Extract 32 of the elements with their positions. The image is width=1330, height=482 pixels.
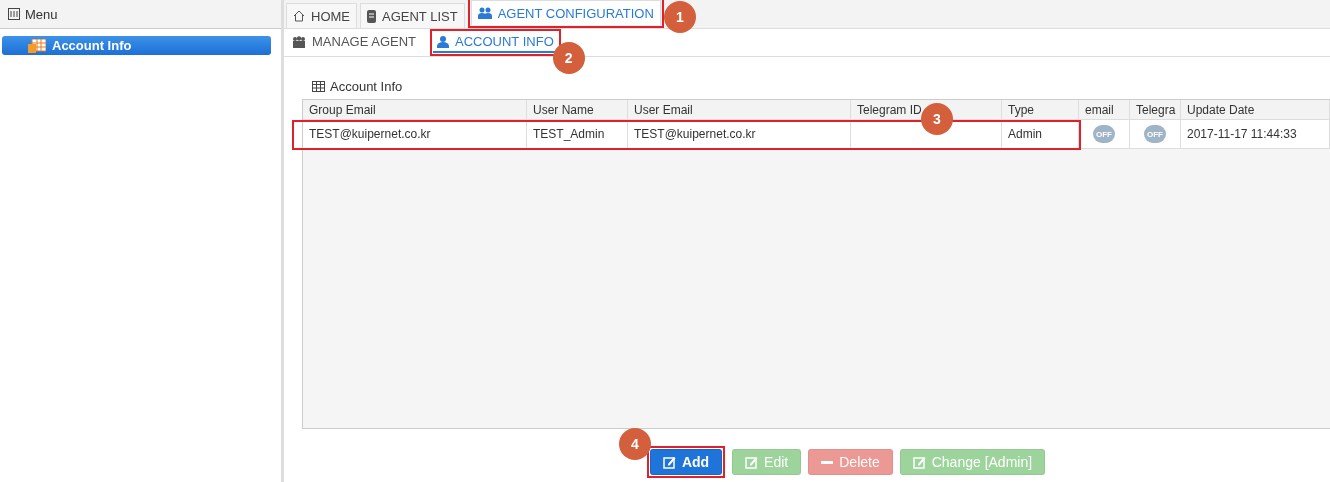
- table-icon: [312, 81, 325, 92]
- server-icon: [367, 9, 376, 23]
- edit-icon: [745, 455, 759, 469]
- column-header[interactable]: Update Date: [1181, 100, 1330, 120]
- menu-icon: [8, 8, 20, 20]
- step-marker: 2: [552, 42, 585, 74]
- tab[interactable]: MANAGE AGENT: [288, 29, 421, 56]
- column-header[interactable]: email: [1079, 100, 1130, 120]
- column-header[interactable]: Telegra: [1130, 100, 1181, 120]
- column-header[interactable]: User Name: [527, 100, 628, 120]
- panel-title: Account Info: [330, 79, 403, 94]
- users-icon: [477, 7, 492, 19]
- tab[interactable]: HOME: [286, 3, 357, 28]
- sidebar-title: Menu: [25, 6, 58, 22]
- edit-icon: [912, 455, 926, 469]
- table-cell: 2017-11-17 11:44:33: [1181, 120, 1330, 149]
- tab[interactable]: AGENT LIST: [360, 3, 465, 28]
- sidebar-item[interactable]: Account Info: [2, 36, 271, 55]
- column-header[interactable]: User Email: [628, 100, 851, 120]
- table-icon: [28, 38, 46, 53]
- column-header[interactable]: Type: [1002, 100, 1079, 120]
- column-header[interactable]: Group Email: [303, 100, 527, 120]
- step-marker: 1: [663, 1, 696, 33]
- tab[interactable]: AGENT CONFIGURATION: [470, 0, 661, 25]
- action-button[interactable]: Add: [649, 449, 723, 475]
- tab[interactable]: ACCOUNT INFO: [433, 32, 558, 53]
- minus-icon: [821, 460, 834, 464]
- step-marker: 4: [618, 428, 651, 460]
- group-icon: [292, 35, 306, 48]
- home-icon: [293, 10, 305, 22]
- edit-icon: [662, 455, 676, 469]
- user-icon: [437, 35, 450, 48]
